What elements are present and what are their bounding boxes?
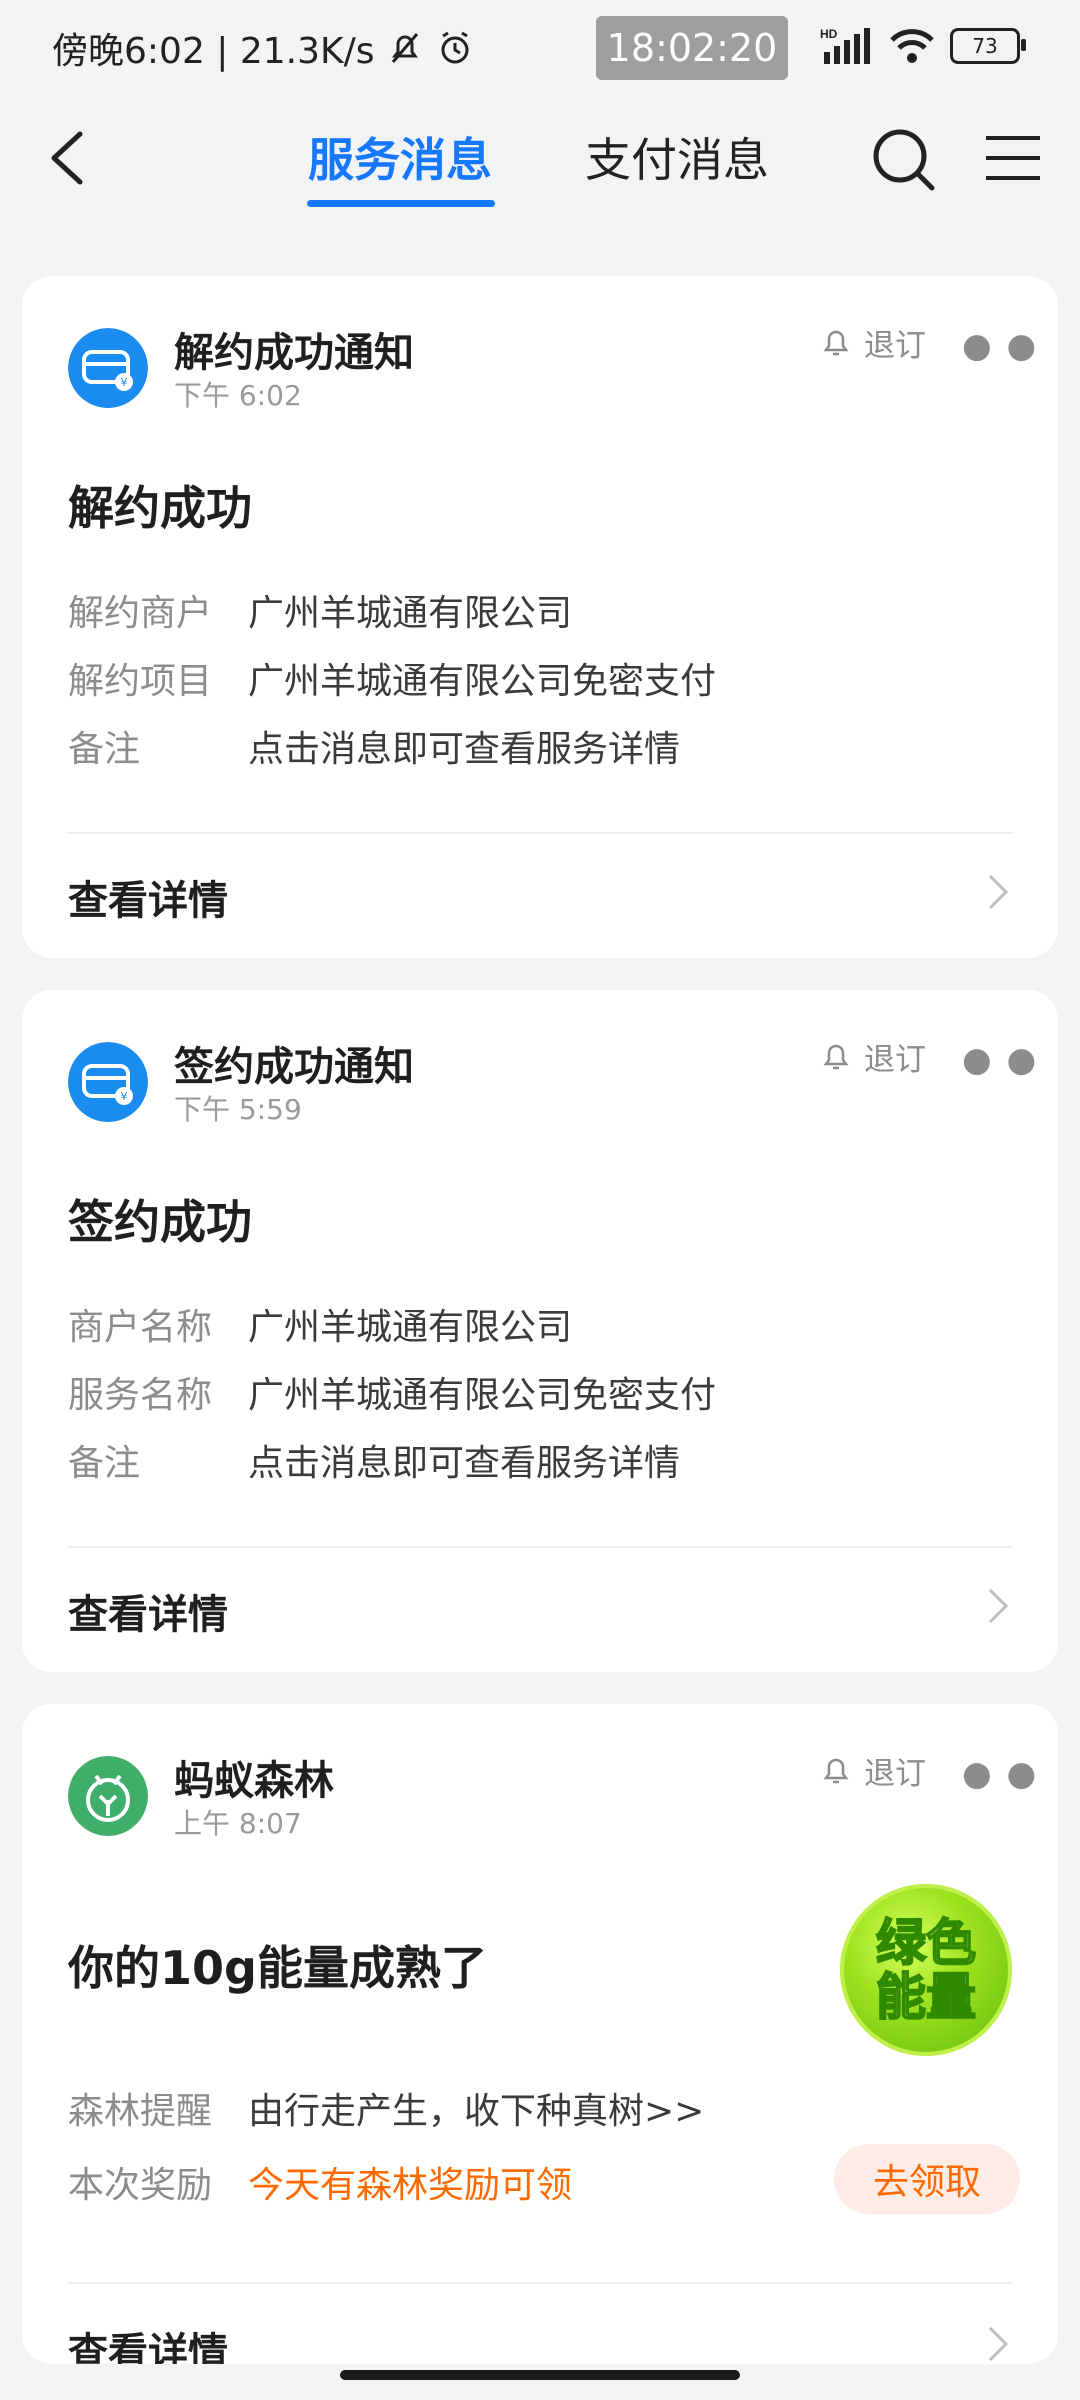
status-bar: 傍晚6:02 | 21.3K/s 18:02:20 HD 73 (0, 0, 1080, 100)
green-energy-badge[interactable]: 绿色 能量 (840, 1884, 1012, 2056)
status-clock: 18:02:20 (596, 16, 788, 80)
tab-service-messages[interactable]: 服务消息 (308, 124, 492, 190)
row-value: 广州羊城通有限公司 (248, 1307, 573, 1348)
message-card-termination[interactable]: ¥ 解约成功通知 下午 6:02 退订 ● ● 解约成功 解约商户 广州羊城通有… (22, 276, 1058, 958)
signal-icon: HD (820, 27, 870, 64)
row-key: 森林提醒 (68, 2091, 213, 2132)
row-value: 广州羊城通有限公司免密支付 (248, 1375, 717, 1416)
energy-badge-line: 能量 (875, 1968, 977, 2026)
row-key: 备注 (68, 729, 141, 770)
svg-text:¥: ¥ (121, 1090, 128, 1103)
service-avatar-icon: ¥ (68, 328, 148, 408)
more-options-icon[interactable]: ● ● (962, 1754, 1038, 1794)
row-key: 解约项目 (68, 661, 213, 702)
claim-reward-button[interactable]: 去领取 (834, 2144, 1020, 2214)
bell-icon (823, 330, 849, 355)
card-headline: 解约成功 (68, 481, 252, 535)
detail-row: 备注 点击消息即可查看服务详情 (68, 1434, 680, 1486)
more-options-icon[interactable]: ● ● (962, 326, 1038, 366)
battery-indicator: 73 (950, 28, 1026, 64)
divider (68, 1546, 1012, 1548)
card-title: 解约成功通知 (174, 330, 414, 376)
unsubscribe-label: 退订 (864, 328, 926, 364)
row-value: 由行走产生，收下种真树>> (248, 2091, 705, 2132)
reward-value: 今天有森林奖励可领 (248, 2165, 573, 2206)
view-details-link[interactable]: 查看详情 (68, 868, 228, 926)
divider (68, 2282, 1012, 2284)
wifi-icon (890, 29, 934, 63)
unsubscribe-button[interactable]: 退订 (822, 320, 926, 365)
chevron-right-icon[interactable] (982, 2324, 1012, 2364)
detail-row: 备注 点击消息即可查看服务详情 (68, 720, 680, 772)
card-time: 下午 6:02 (174, 379, 302, 412)
card-title: 蚂蚁森林 (174, 1758, 334, 1804)
view-details-link[interactable]: 查看详情 (68, 1582, 228, 1640)
energy-badge-line: 绿色 (875, 1914, 977, 1972)
detail-row: 解约项目 广州羊城通有限公司免密支付 (68, 652, 716, 704)
card-headline: 签约成功 (68, 1195, 252, 1249)
detail-row: 解约商户 广州羊城通有限公司 (68, 584, 572, 636)
row-key: 服务名称 (68, 1375, 213, 1416)
status-text: 傍晚6:02 | 21.3K/s (52, 31, 375, 72)
card-headline: 你的10g能量成熟了 (68, 1941, 487, 1995)
menu-icon[interactable] (984, 134, 1042, 182)
ant-forest-avatar-icon (68, 1756, 148, 1836)
status-left: 傍晚6:02 | 21.3K/s (52, 22, 475, 74)
unsubscribe-button[interactable]: 退订 (822, 1748, 926, 1793)
home-indicator[interactable] (340, 2370, 740, 2380)
detail-row: 商户名称 广州羊城通有限公司 (68, 1298, 572, 1350)
alarm-icon (441, 31, 469, 64)
row-key: 商户名称 (68, 1307, 213, 1348)
chevron-right-icon[interactable] (982, 872, 1012, 912)
svg-text:HD: HD (820, 27, 838, 41)
top-nav: 服务消息 支付消息 (0, 100, 1080, 230)
mute-bell-icon (391, 33, 418, 63)
svg-text:¥: ¥ (121, 376, 128, 389)
row-value: 广州羊城通有限公司免密支付 (248, 661, 717, 702)
service-avatar-icon: ¥ (68, 1042, 148, 1122)
back-arrow-icon[interactable] (40, 128, 100, 188)
message-card-signing[interactable]: ¥ 签约成功通知 下午 5:59 退订 ● ● 签约成功 商户名称 广州羊城通有… (22, 990, 1058, 1672)
more-options-icon[interactable]: ● ● (962, 1040, 1038, 1080)
row-value: 点击消息即可查看服务详情 (248, 1443, 681, 1484)
unsubscribe-label: 退订 (864, 1042, 926, 1078)
divider (68, 832, 1012, 834)
detail-row: 本次奖励 今天有森林奖励可领 (68, 2156, 572, 2208)
unsubscribe-button[interactable]: 退订 (822, 1034, 926, 1079)
search-icon[interactable] (870, 126, 936, 192)
bell-icon (823, 1044, 849, 1069)
detail-row: 服务名称 广州羊城通有限公司免密支付 (68, 1366, 716, 1418)
status-right: HD 73 (820, 26, 1026, 66)
active-tab-indicator (307, 200, 495, 207)
chevron-right-icon[interactable] (982, 1586, 1012, 1626)
tab-payment-messages[interactable]: 支付消息 (585, 124, 769, 190)
view-details-link[interactable]: 查看详情 (68, 2320, 228, 2364)
row-key: 本次奖励 (68, 2165, 213, 2206)
unsubscribe-label: 退订 (864, 1756, 926, 1792)
row-value: 点击消息即可查看服务详情 (248, 729, 681, 770)
bell-icon (823, 1758, 849, 1783)
row-key: 解约商户 (68, 593, 213, 634)
card-title: 签约成功通知 (174, 1044, 414, 1090)
message-card-ant-forest[interactable]: 蚂蚁森林 上午 8:07 退订 ● ● 你的10g能量成熟了 绿色 能量 森林提… (22, 1704, 1058, 2364)
card-time: 下午 5:59 (174, 1093, 302, 1126)
row-value: 广州羊城通有限公司 (248, 593, 573, 634)
detail-row: 森林提醒 由行走产生，收下种真树>> (68, 2082, 704, 2134)
row-key: 备注 (68, 1443, 141, 1484)
card-time: 上午 8:07 (174, 1807, 302, 1840)
